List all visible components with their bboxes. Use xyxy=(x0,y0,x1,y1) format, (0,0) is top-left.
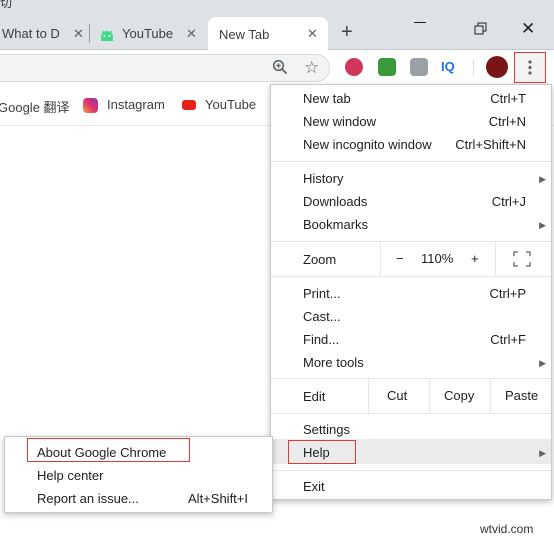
menu-divider xyxy=(271,378,551,379)
menu-item-downloads[interactable]: Downloads xyxy=(303,194,367,209)
menu-item-settings[interactable]: Settings xyxy=(303,422,350,437)
shortcut-print: Ctrl+P xyxy=(489,286,526,301)
menu-item-history[interactable]: History xyxy=(303,171,343,186)
copy-button[interactable]: Copy xyxy=(444,388,474,403)
shortcut-downloads: Ctrl+J xyxy=(491,194,526,209)
zoom-out-button[interactable]: − xyxy=(396,251,404,266)
tab-close-icon[interactable]: ✕ xyxy=(73,26,84,42)
close-window-button[interactable]: ✕ xyxy=(521,19,535,39)
shortcut-find: Ctrl+F xyxy=(490,332,526,347)
kebab-menu-icon xyxy=(528,60,532,75)
pocket-icon[interactable] xyxy=(345,58,363,76)
menu-divider xyxy=(271,470,551,471)
tab-close-icon[interactable]: ✕ xyxy=(186,26,197,42)
edit-divider xyxy=(429,379,430,413)
menu-item-find[interactable]: Find... xyxy=(303,332,339,347)
honey-icon[interactable] xyxy=(378,58,396,76)
toolbar-divider xyxy=(473,59,474,76)
menu-item-report-issue[interactable]: Report an issue... xyxy=(37,491,139,506)
menu-item-print[interactable]: Print... xyxy=(303,286,341,301)
bookmark-youtube[interactable]: YouTube xyxy=(205,97,256,112)
menu-item-exit[interactable]: Exit xyxy=(303,479,325,494)
submenu-arrow-icon: ▶ xyxy=(539,220,546,230)
menu-item-bookmarks[interactable]: Bookmarks xyxy=(303,217,368,232)
paste-button[interactable]: Paste xyxy=(505,388,538,403)
submenu-arrow-icon: ▶ xyxy=(539,174,546,184)
shortcut-report-issue: Alt+Shift+I xyxy=(188,491,248,506)
menu-divider xyxy=(271,161,551,162)
bookmark-instagram[interactable]: Instagram xyxy=(107,97,165,112)
tab-title: YouTube xyxy=(122,26,174,41)
edit-divider xyxy=(490,379,491,413)
shortcut-new-tab: Ctrl+T xyxy=(490,91,526,106)
menu-item-more-tools[interactable]: More tools xyxy=(303,355,364,370)
shortcut-new-window: Ctrl+N xyxy=(488,114,526,129)
watermark: wtvid.com xyxy=(480,522,534,536)
tab-what-to[interactable]: What to D ✕ xyxy=(0,17,89,50)
menu-item-help[interactable]: Help xyxy=(303,445,330,460)
menu-divider xyxy=(271,241,551,242)
chrome-main-menu: New tab Ctrl+T New window Ctrl+N New inc… xyxy=(270,84,552,500)
zoom-level: 110% xyxy=(421,251,454,266)
menu-item-edit: Edit xyxy=(303,389,326,404)
fullscreen-icon[interactable] xyxy=(513,251,531,267)
instagram-icon xyxy=(83,98,98,113)
submenu-arrow-icon: ▶ xyxy=(539,358,546,368)
cut-button[interactable]: Cut xyxy=(387,388,407,403)
menu-item-new-window[interactable]: New window xyxy=(303,114,376,129)
bookmark-google-translate[interactable]: Google 翻译 xyxy=(0,97,70,116)
zoom-in-button[interactable]: + xyxy=(471,251,479,266)
zoom-divider xyxy=(495,242,496,276)
android-icon xyxy=(101,30,113,41)
menu-divider xyxy=(271,276,551,277)
menu-item-zoom: Zoom xyxy=(303,252,337,267)
tab-title: What to D xyxy=(2,26,60,41)
tab-new-tab[interactable]: New Tab ✕ xyxy=(208,17,328,51)
star-outline-icon[interactable]: ☆ xyxy=(304,58,319,78)
menu-item-incognito[interactable]: New incognito window xyxy=(303,137,432,152)
magnifier-icon[interactable] xyxy=(272,59,288,75)
iq-extension-icon[interactable]: IQ xyxy=(441,59,459,77)
chrome-menu-button[interactable] xyxy=(514,52,546,83)
tab-youtube[interactable]: YouTube ✕ xyxy=(90,17,206,50)
tab-close-icon[interactable]: ✕ xyxy=(307,26,318,42)
window-title: 切 xyxy=(0,0,13,10)
tb-icon[interactable] xyxy=(410,58,428,76)
tab-title: New Tab xyxy=(219,26,270,42)
menu-item-new-tab[interactable]: New tab xyxy=(303,91,351,106)
submenu-arrow-icon: ▶ xyxy=(539,448,546,458)
youtube-icon xyxy=(182,100,196,110)
menu-item-help-center[interactable]: Help center xyxy=(37,468,103,483)
shortcut-incognito: Ctrl+Shift+N xyxy=(455,137,526,152)
zoom-divider xyxy=(380,242,381,276)
help-submenu: About Google Chrome Help center Report a… xyxy=(4,436,273,513)
edit-divider xyxy=(368,379,369,413)
restore-icon[interactable] xyxy=(474,22,488,36)
menu-divider xyxy=(271,413,551,414)
minimize-icon[interactable] xyxy=(414,22,426,23)
new-tab-button[interactable]: + xyxy=(341,21,353,44)
menu-item-about-chrome[interactable]: About Google Chrome xyxy=(37,445,166,460)
menu-item-cast[interactable]: Cast... xyxy=(303,309,341,324)
avatar[interactable] xyxy=(486,56,508,78)
